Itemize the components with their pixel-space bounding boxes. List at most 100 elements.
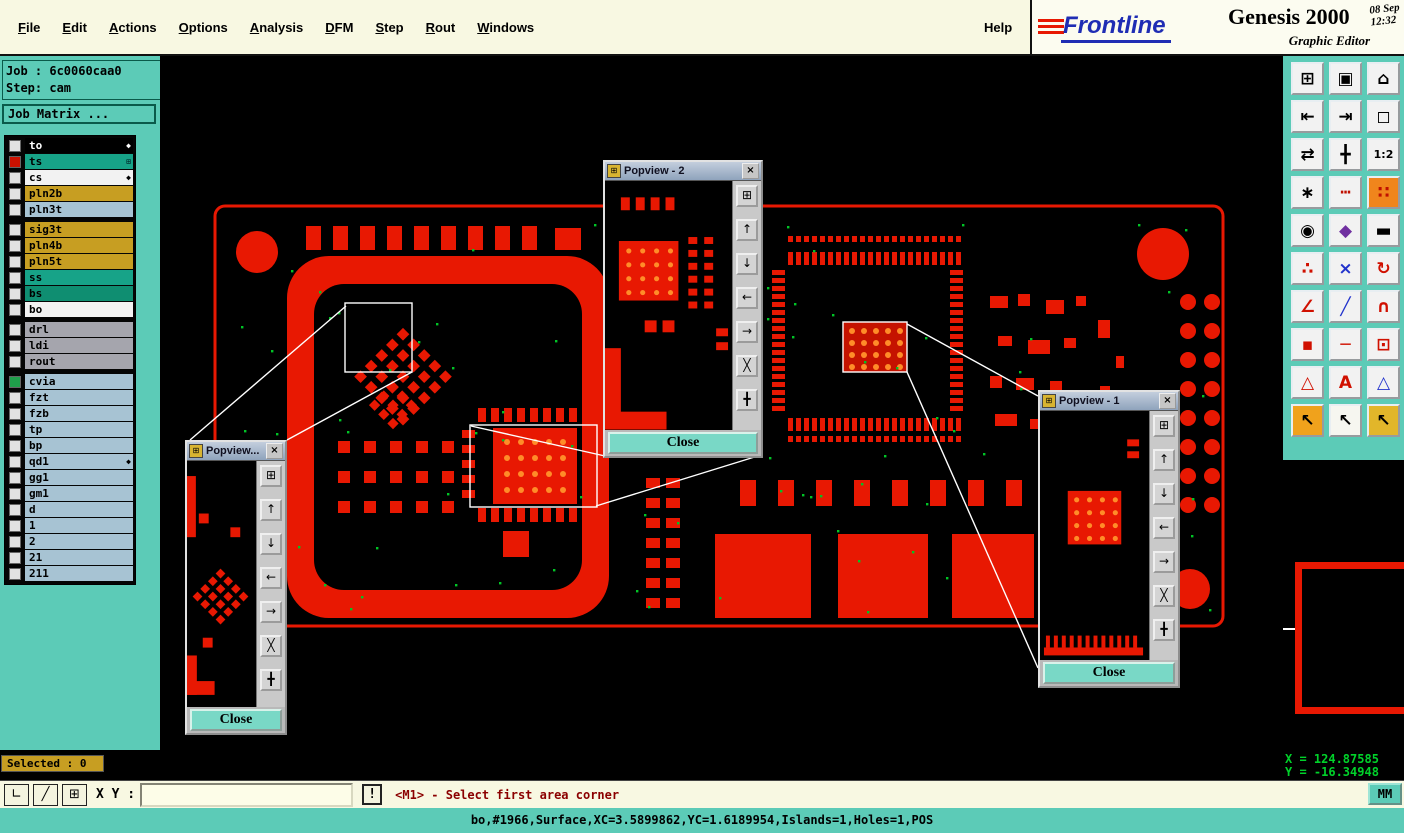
tool-text-mark-button[interactable]: A (1329, 366, 1362, 399)
layer-row-bp[interactable]: bp (7, 438, 133, 453)
tool-pan-right-button[interactable]: ⇥ (1329, 100, 1362, 133)
popview-3-close-button[interactable]: Close (190, 709, 282, 731)
layer-row-d[interactable]: d (7, 502, 133, 517)
layer-name-bo[interactable]: bo (25, 302, 133, 317)
layer-row-gg1[interactable]: gg1 (7, 470, 133, 485)
layer-name-pln4b[interactable]: pln4b (25, 238, 133, 253)
grid-mode-button[interactable]: ⊞ (62, 783, 87, 806)
layer-name-cvia[interactable]: cvia (25, 374, 133, 389)
layer-row-ss[interactable]: ss (7, 270, 133, 285)
menu-help[interactable]: Help (984, 20, 1012, 35)
popview-1-close-icon[interactable]: × (1159, 393, 1176, 409)
popview-3-close-icon[interactable]: × (266, 443, 283, 459)
layer-name-cs[interactable]: cs ◆ (25, 170, 133, 185)
menu-analysis[interactable]: Analysis (250, 20, 303, 35)
popview-tool-duplicate-button[interactable]: ⊞ (736, 185, 758, 207)
popview-tool-pan-up-button[interactable]: ↑ (260, 499, 282, 521)
popview-tool-pan-left-button[interactable]: ← (260, 567, 282, 589)
tool-pad-button[interactable]: ▪ (1291, 328, 1324, 361)
tool-snap-grid-button[interactable]: ∷ (1367, 176, 1400, 209)
layer-row-rout[interactable]: rout (7, 354, 133, 369)
popview-tool-zoom-out-button[interactable]: ╳ (1153, 585, 1175, 607)
layer-name-pln2b[interactable]: pln2b (25, 186, 133, 201)
tool-surface-button[interactable]: ⊡ (1367, 328, 1400, 361)
menu-windows[interactable]: Windows (477, 20, 534, 35)
layer-row-drl[interactable]: drl (7, 322, 133, 337)
popview-tool-pan-up-button[interactable]: ↑ (1153, 449, 1175, 471)
layer-name-fzt[interactable]: fzt (25, 390, 133, 405)
layer-checkbox-qd1[interactable] (9, 456, 21, 468)
popview-tool-zoom-center-button[interactable]: ╋ (1153, 619, 1175, 641)
popview-2-window[interactable]: ⊞ Popview - 2 × ⊞ ↑ ↓ ← → ╳ ╋ Close (603, 160, 763, 458)
menu-dfm[interactable]: DFM (325, 20, 353, 35)
tool-slope-line-button[interactable]: ╱ (1329, 290, 1362, 323)
layer-row-pln3t[interactable]: pln3t (7, 202, 133, 217)
tool-triangle-outline-button[interactable]: △ (1291, 366, 1324, 399)
tool-zoom-area-button[interactable]: ◻ (1367, 100, 1400, 133)
layer-row-to[interactable]: to ◆ (7, 138, 133, 153)
layer-name-bp[interactable]: bp (25, 438, 133, 453)
layer-checkbox-211[interactable] (9, 568, 21, 580)
tool-cursor-mode-button[interactable]: ↖ (1367, 404, 1400, 437)
layer-row-bo[interactable]: bo (7, 302, 133, 317)
menu-options[interactable]: Options (179, 20, 228, 35)
layer-checkbox-fzt[interactable] (9, 392, 21, 404)
layer-checkbox-gg1[interactable] (9, 472, 21, 484)
layer-checkbox-tp[interactable] (9, 424, 21, 436)
job-matrix-button[interactable]: Job Matrix ... (2, 104, 156, 124)
tool-swap-view-button[interactable]: ⇄ (1291, 138, 1324, 171)
popview-tool-pan-left-button[interactable]: ← (736, 287, 758, 309)
layer-name-21[interactable]: 21 (25, 550, 133, 565)
layer-name-1[interactable]: 1 (25, 518, 133, 533)
layer-name-fzb[interactable]: fzb (25, 406, 133, 421)
xy-input[interactable] (140, 782, 354, 807)
menu-actions[interactable]: Actions (109, 20, 157, 35)
layer-checkbox-bs[interactable] (9, 288, 21, 300)
layer-checkbox-rout[interactable] (9, 356, 21, 368)
popview-1-titlebar[interactable]: ⊞ Popview - 1 × (1040, 392, 1178, 411)
popview-tool-pan-right-button[interactable]: → (736, 321, 758, 343)
alert-button[interactable]: ! (362, 784, 383, 805)
layer-row-fzb[interactable]: fzb (7, 406, 133, 421)
tool-rotate-button[interactable]: ↻ (1367, 252, 1400, 285)
layer-name-gm1[interactable]: gm1 (25, 486, 133, 501)
layer-checkbox-bo[interactable] (9, 304, 21, 316)
layer-checkbox-pln3t[interactable] (9, 204, 21, 216)
layer-name-gg1[interactable]: gg1 (25, 470, 133, 485)
popview-tool-zoom-center-button[interactable]: ╋ (736, 389, 758, 411)
layer-checkbox-ts[interactable] (9, 156, 21, 168)
layer-name-211[interactable]: 211 (25, 566, 133, 581)
popview-tool-pan-down-button[interactable]: ↓ (736, 253, 758, 275)
layer-name-ts[interactable]: ts ⊞ (25, 154, 133, 169)
layer-name-pln3t[interactable]: pln3t (25, 202, 133, 217)
popview-tool-zoom-out-button[interactable]: ╳ (736, 355, 758, 377)
layer-checkbox-2[interactable] (9, 536, 21, 548)
tool-setup-tools-button[interactable]: ∗ (1291, 176, 1324, 209)
layer-row-211[interactable]: 211 (7, 566, 133, 581)
layer-row-cvia[interactable]: cvia (7, 374, 133, 389)
popview-tool-pan-left-button[interactable]: ← (1153, 517, 1175, 539)
tool-line-button[interactable]: ─ (1329, 328, 1362, 361)
layer-row-pln4b[interactable]: pln4b (7, 238, 133, 253)
layer-name-2[interactable]: 2 (25, 534, 133, 549)
layer-row-ldi[interactable]: ldi (7, 338, 133, 353)
tool-zoom-1-2-button[interactable]: 1:2 (1367, 138, 1400, 171)
popview-3-canvas[interactable] (187, 461, 256, 707)
corner-mode-button[interactable]: ∟ (4, 783, 29, 806)
popview-tool-pan-right-button[interactable]: → (260, 601, 282, 623)
tool-pan-left-button[interactable]: ⇤ (1291, 100, 1324, 133)
layer-name-bs[interactable]: bs (25, 286, 133, 301)
layer-name-drl[interactable]: drl (25, 322, 133, 337)
slope-mode-button[interactable]: ╱ (33, 783, 58, 806)
popview-tool-zoom-out-button[interactable]: ╳ (260, 635, 282, 657)
tool-angle-button[interactable]: ∠ (1291, 290, 1324, 323)
layer-row-tp[interactable]: tp (7, 422, 133, 437)
layer-checkbox-drl[interactable] (9, 324, 21, 336)
popview-tool-duplicate-button[interactable]: ⊞ (1153, 415, 1175, 437)
tool-cursor-select-button[interactable]: ↖ (1291, 404, 1324, 437)
popview-2-titlebar[interactable]: ⊞ Popview - 2 × (605, 162, 761, 181)
popview-tool-zoom-center-button[interactable]: ╋ (260, 669, 282, 691)
layer-checkbox-cvia[interactable] (9, 376, 21, 388)
tool-clipboard-button[interactable]: ⊞ (1291, 62, 1324, 95)
tool-ruler-button[interactable]: ▬ (1367, 214, 1400, 247)
